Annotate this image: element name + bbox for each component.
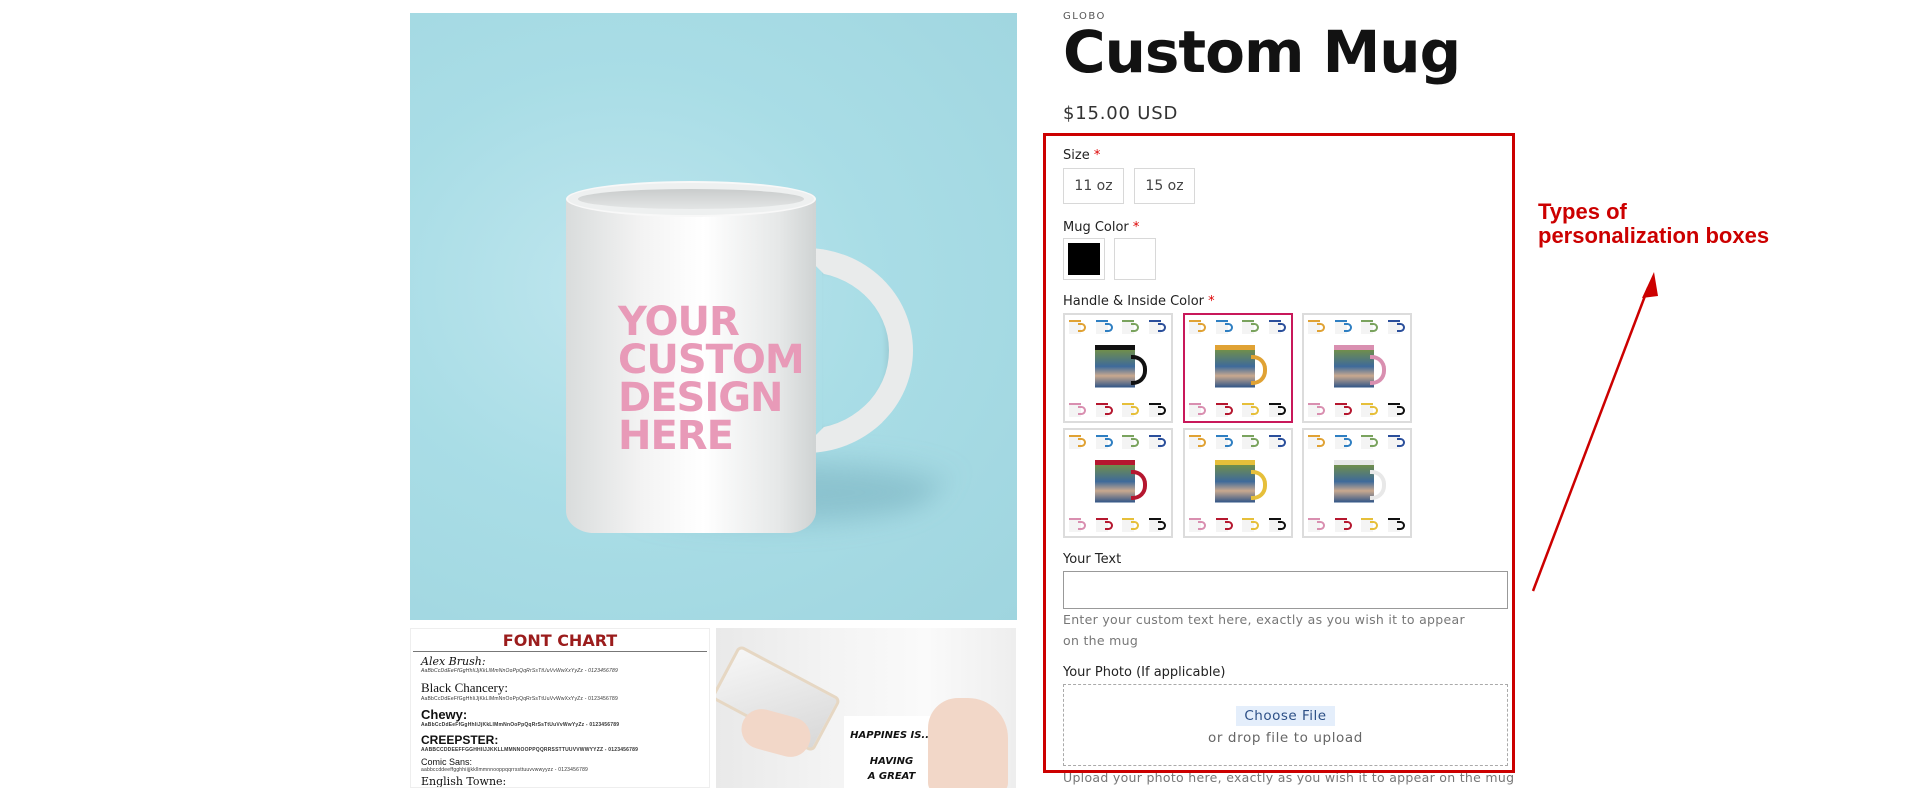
personalization-highlight-box: [1043, 133, 1515, 773]
mug-rim: [566, 181, 816, 217]
annotation-arrow-icon: [1531, 272, 1658, 592]
arrow-shaft: [1531, 287, 1650, 592]
annotation-line: personalization boxes: [1538, 223, 1770, 248]
arrow-head: [1642, 272, 1658, 298]
hand-right: [928, 698, 1008, 788]
font-sample: Black Chancery: AaBbCcDdEeFfGgHhIiJjKkLl…: [421, 680, 618, 702]
font-sample: CREEPSTER: AABBCCDDEEFFGGHHIIJJKKLLMMNNO…: [421, 733, 639, 753]
lifestyle-thumbnail[interactable]: HAPPINES IS... HAVING A GREAT: [716, 628, 1016, 788]
font-sample: English Towne:: [421, 775, 507, 788]
mug-design-text: YOUR CUSTOM DESIGN HERE: [618, 299, 805, 459]
lifestyle-mug: HAPPINES IS... HAVING A GREAT: [844, 716, 939, 788]
annotation-line: Types of: [1538, 199, 1627, 224]
font-chart-divider: [413, 651, 707, 652]
font-sample: Chewy: AaBbCcDdEeFfGgHhIiJjKkLlMmNnOoPpQ…: [421, 707, 620, 728]
font-sample: Comic Sans: aabbccddeeffgghhiijjkkllmmnn…: [421, 757, 589, 773]
font-chart-title: FONT CHART: [502, 631, 618, 650]
product-title: Custom Mug: [1063, 18, 1461, 86]
annotation-label: Types of personalization boxes: [1538, 200, 1769, 248]
font-chart-thumbnail[interactable]: FONT CHART Alex Brush: AaBbCcDdEeFfGgHhI…: [410, 628, 710, 788]
design-line: YOUR: [618, 299, 740, 345]
product-price: $15.00 USD: [1063, 103, 1179, 124]
design-line: DESIGN: [618, 375, 784, 421]
product-main-image[interactable]: YOUR CUSTOM DESIGN HERE: [410, 13, 1017, 620]
font-sample: Alex Brush: AaBbCcDdEeFfGgHhIiJjKkLlMmNn…: [421, 655, 618, 674]
design-line: CUSTOM: [618, 337, 805, 383]
design-line: HERE: [618, 413, 734, 459]
